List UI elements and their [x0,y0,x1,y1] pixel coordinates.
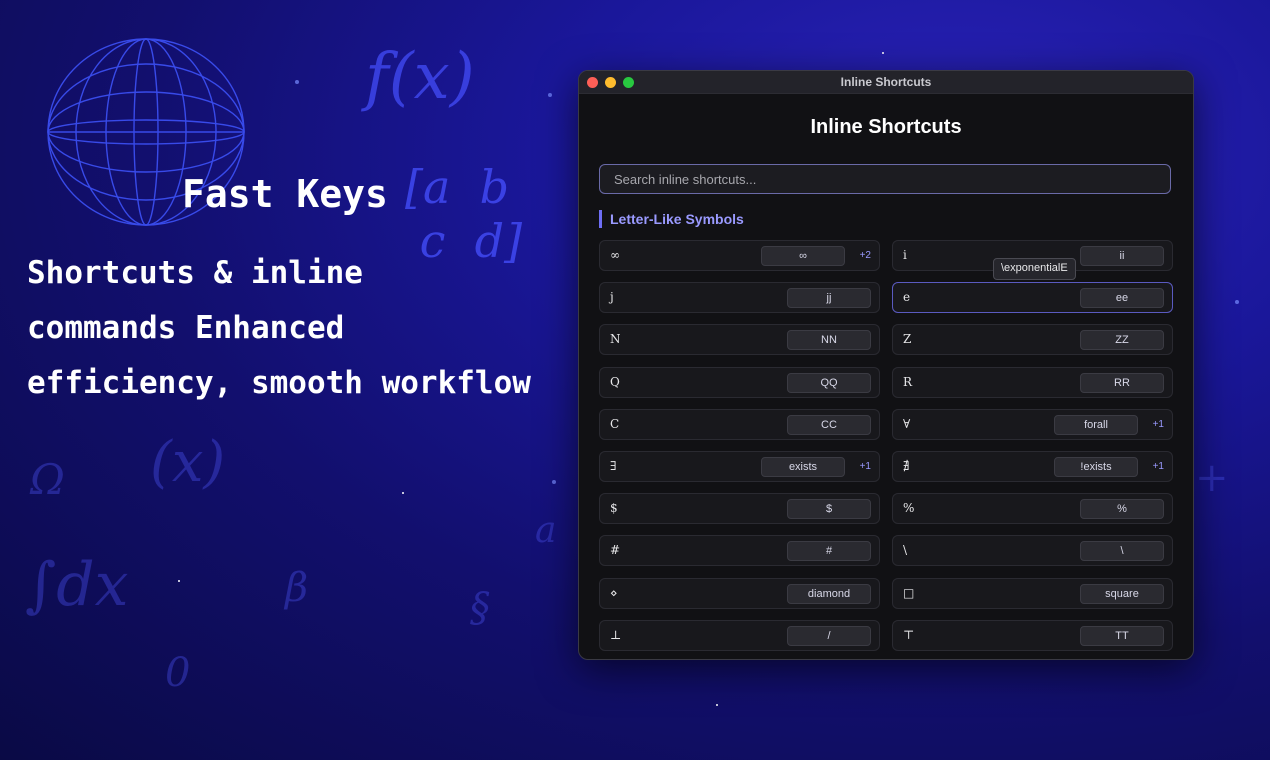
shortcut-key[interactable]: TT [1080,625,1164,646]
shortcut-symbol: R [903,374,913,389]
shortcut-symbol: # [610,543,621,558]
shortcut-row[interactable]: ∞ ∞ +2 [599,240,880,271]
shortcut-key[interactable]: / [787,625,871,646]
shortcut-key[interactable]: NN [787,330,871,351]
promo-subline-2: commands Enhanced [27,310,345,346]
shortcut-row[interactable]: ∄ !exists +1 [892,451,1173,482]
shortcut-symbol: i [903,248,907,262]
shortcut-row[interactable]: e ee [892,282,1173,314]
window-title: Inline Shortcuts [840,75,932,89]
shortcut-symbol: Q [610,374,620,389]
shortcut-symbol: □ [903,585,915,600]
bg-alpha-glyph: a [535,510,557,551]
shortcut-key[interactable]: ∞ [761,246,845,266]
bg-beta-glyph: β [285,565,309,611]
bg-theta-glyph: 0 [165,650,191,696]
search-input[interactable] [599,164,1171,194]
more-shortcuts-count[interactable]: +2 [860,241,871,270]
shortcut-key[interactable]: % [1080,499,1164,520]
shortcut-row[interactable]: Q QQ [599,366,880,398]
inline-shortcuts-window: Inline Shortcuts Inline Shortcuts Letter… [578,70,1194,660]
shortcut-symbol: Z [903,332,912,347]
promo-headline: Fast Keys [182,172,388,216]
bg-plus-glyph: + [1195,455,1229,501]
shortcut-row[interactable]: C CC [599,408,880,440]
shortcut-row[interactable]: ⋄ diamond [599,577,880,609]
shortcut-symbol: ∄ [903,459,910,473]
shortcut-symbol: ⋄ [610,585,618,600]
shortcut-row[interactable]: ⊥ / [599,619,880,651]
bg-integral-glyph: ∫dx [25,550,129,620]
shortcut-row[interactable]: ∀ forall +1 [892,408,1173,440]
promo-subline: Shortcuts & inline commands Enhanced eff… [27,246,531,411]
shortcut-key[interactable]: \ [1080,541,1164,562]
shortcut-key[interactable]: QQ [787,372,871,393]
shortcut-key[interactable]: ee [1080,288,1164,309]
shortcut-key[interactable]: forall [1054,414,1138,435]
more-shortcuts-count[interactable]: +1 [860,452,871,481]
section-title: Letter-Like Symbols [599,210,744,228]
promo-subline-3: efficiency, smooth workflow [27,365,531,401]
title-bar: Inline Shortcuts [579,71,1193,94]
tooltip: \exponentialE [993,258,1076,280]
bg-function-glyph: f(x) [365,40,475,114]
shortcut-symbol: \ [903,543,908,558]
shortcut-key[interactable]: CC [787,414,871,435]
shortcut-row[interactable]: j jj [599,282,880,314]
shortcut-key[interactable]: jj [787,288,871,309]
promo-subline-1: Shortcuts & inline [27,255,363,291]
shortcut-row[interactable]: ⊤ TT [892,619,1173,651]
shortcut-key[interactable]: diamond [787,583,871,604]
more-shortcuts-count[interactable]: +1 [1153,452,1164,481]
shortcut-row[interactable]: N NN [599,324,880,356]
shortcut-key[interactable]: ZZ [1080,330,1164,351]
bg-omega-glyph: Ω [30,455,65,504]
shortcut-symbol: ∞ [610,248,620,262]
bg-paren-glyph: (x) [150,430,226,495]
shortcut-symbol: N [610,332,621,347]
shortcut-row[interactable]: Z ZZ [892,324,1173,356]
shortcut-row[interactable]: \ \ [892,535,1173,567]
shortcut-symbol: ⊤ [903,627,915,642]
shortcut-key[interactable]: # [787,541,871,562]
shortcut-key[interactable]: ii [1080,246,1164,266]
more-shortcuts-count[interactable]: +1 [1153,410,1164,439]
shortcut-symbol: $ [610,501,618,516]
shortcut-symbol: ⊥ [610,627,622,642]
shortcut-row[interactable]: R RR [892,366,1173,398]
shortcut-key[interactable]: $ [787,499,871,520]
shortcut-row[interactable]: # # [599,535,880,567]
shortcut-key[interactable]: exists [761,457,845,477]
shortcut-key[interactable]: RR [1080,372,1164,393]
page-title: Inline Shortcuts [810,116,962,138]
shortcut-row[interactable]: %% [892,493,1173,525]
shortcut-symbol: ∀ [903,416,911,431]
shortcut-row[interactable]: $ $ [599,493,880,525]
shortcut-symbol: % [903,501,915,516]
shortcut-symbol: j [610,290,614,305]
shortcut-key[interactable]: square [1080,583,1164,604]
shortcut-key[interactable]: !exists [1054,457,1138,477]
shortcut-symbol: ∃ [610,459,617,473]
shortcut-row[interactable]: □ square [892,577,1173,609]
shortcut-symbol: C [610,416,620,431]
bg-section-glyph: § [470,585,490,631]
shortcut-symbol: e [903,290,911,305]
shortcut-row[interactable]: ∃ exists +1 [599,451,880,482]
